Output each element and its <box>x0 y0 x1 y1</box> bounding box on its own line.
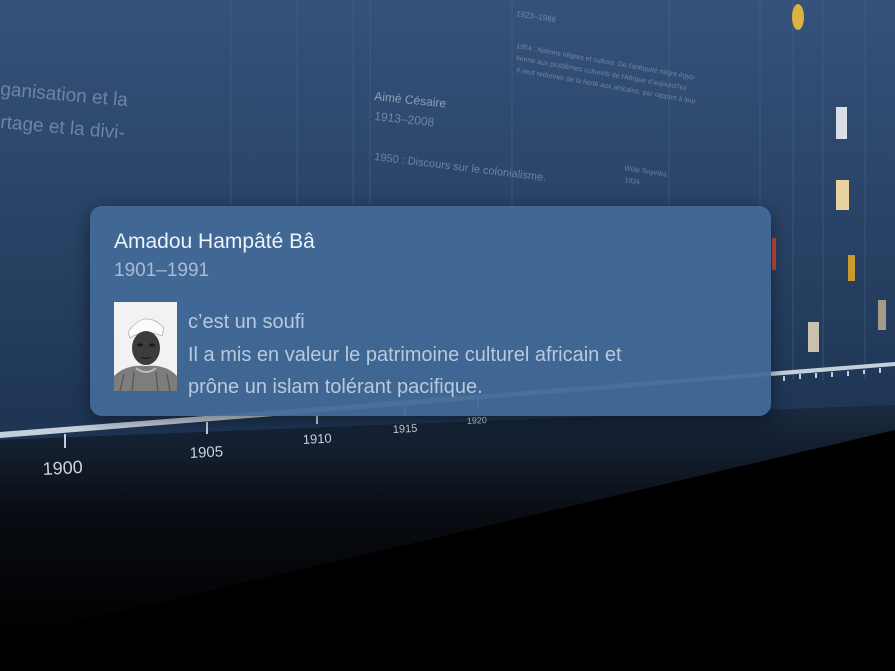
description-line-2: Il a mis en valeur le patrimoine culture… <box>188 343 622 366</box>
person-description: c’est un soufi Il a mis en valeur le pat… <box>188 306 748 404</box>
person-portrait <box>114 302 177 391</box>
thumbnail-medallion <box>792 4 804 30</box>
person-detail-popup[interactable]: Amadou Hampâté Bâ 1901–1991 c’est un sou… <box>90 206 771 416</box>
thumbnail-3 <box>848 255 855 281</box>
description-line-1: c’est un soufi <box>188 311 305 333</box>
person-years: 1901–1991 <box>114 260 210 281</box>
year-label-1915: 1915 <box>393 423 418 436</box>
thumbnail-6 <box>772 238 776 270</box>
description-line-3: prône un islam tolérant pacifique. <box>188 376 483 398</box>
year-label-1910: 1910 <box>302 431 332 447</box>
thumbnail-4 <box>808 322 819 352</box>
thumbnail-2 <box>836 180 849 210</box>
year-label-1905: 1905 <box>189 443 223 462</box>
year-label-1900: 1900 <box>42 457 83 479</box>
person-name: Amadou Hampâté Bâ <box>114 230 315 253</box>
year-label-1920: 1920 <box>467 415 488 426</box>
thumbnail-1 <box>836 107 847 139</box>
thumbnail-5 <box>878 300 886 330</box>
